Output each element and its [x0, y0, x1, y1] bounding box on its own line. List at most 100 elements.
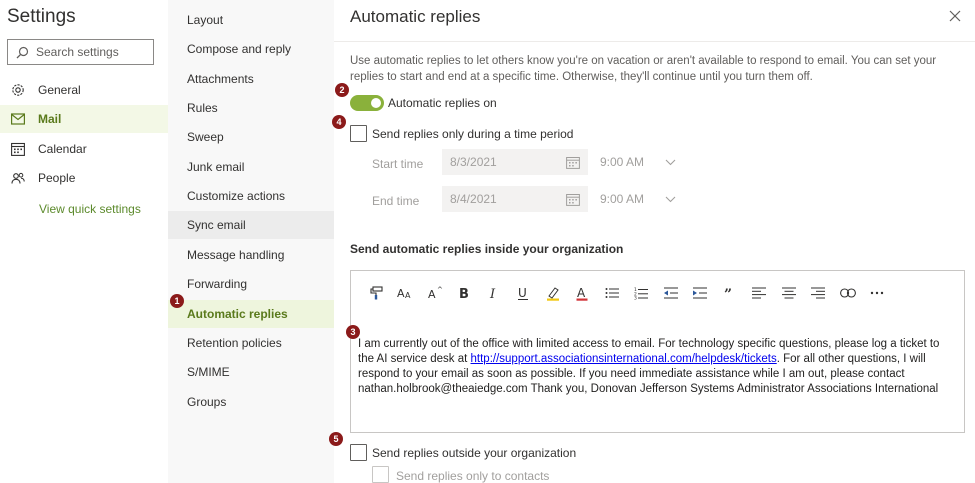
- insert-link-button[interactable]: [833, 283, 863, 303]
- underline-button[interactable]: U: [509, 283, 539, 303]
- end-time-label: End time: [372, 194, 420, 208]
- search-input[interactable]: [36, 45, 146, 59]
- font-size-button[interactable]: AA: [391, 283, 421, 303]
- callout-badge-3: 3: [346, 325, 360, 339]
- nav-people-label: People: [38, 171, 76, 185]
- time-period-label: Send replies only during a time period: [372, 127, 574, 141]
- mid-item-compose-and-reply[interactable]: Compose and reply: [168, 35, 334, 63]
- description-text: Use automatic replies to let others know…: [350, 55, 937, 83]
- svg-text:”: ”: [724, 287, 732, 299]
- decrease-indent-icon: [663, 287, 678, 299]
- callout-badge-1: 1: [170, 294, 184, 308]
- people-icon: [11, 172, 25, 184]
- mid-item-customize-actions[interactable]: Customize actions: [168, 182, 334, 210]
- mid-item-attachments[interactable]: Attachments: [168, 65, 334, 93]
- time-period-checkbox[interactable]: [350, 125, 367, 142]
- end-time-dropdown[interactable]: 9:00 AM: [600, 186, 676, 212]
- contacts-only-checkbox[interactable]: [372, 466, 389, 483]
- mid-item-sweep[interactable]: Sweep: [168, 123, 334, 151]
- mid-item-message-handling[interactable]: Message handling: [168, 241, 334, 269]
- nav-general-label: General: [38, 83, 81, 97]
- nav-mail-label: Mail: [38, 112, 62, 126]
- font-size-icon: AA: [397, 287, 411, 300]
- gear-icon: [12, 84, 24, 96]
- highlight-button[interactable]: [538, 283, 568, 303]
- nav-mail[interactable]: Mail: [0, 105, 168, 133]
- more-options-button[interactable]: [863, 283, 893, 303]
- grow-font-icon: A ^: [428, 286, 443, 300]
- underline-icon: U: [518, 286, 529, 300]
- highlighter-icon: [546, 286, 559, 301]
- grow-font-button[interactable]: A ^: [420, 283, 450, 303]
- svg-text:A: A: [405, 291, 411, 300]
- svg-text:A: A: [397, 287, 405, 300]
- svg-text:U: U: [518, 286, 527, 300]
- svg-text:A: A: [428, 288, 436, 300]
- mid-item-layout[interactable]: Layout: [168, 6, 334, 34]
- numbering-button[interactable]: 123: [627, 283, 657, 303]
- helpdesk-link[interactable]: http://support.associationsinternational…: [471, 353, 777, 365]
- bulleted-list-icon: [605, 288, 619, 298]
- calendar-icon: [566, 193, 580, 206]
- title-divider: [334, 41, 975, 42]
- mail-icon: [11, 113, 25, 125]
- svg-text:^: ^: [437, 286, 443, 294]
- chevron-down-icon: [665, 196, 676, 202]
- view-quick-settings-link[interactable]: View quick settings: [39, 202, 141, 216]
- start-date-field[interactable]: 8/3/2021: [442, 149, 588, 175]
- toggle-knob: [371, 98, 381, 108]
- font-color-icon: A: [576, 286, 588, 301]
- mid-item-sync-email[interactable]: Sync email: [168, 211, 334, 239]
- nav-general[interactable]: General: [0, 76, 168, 104]
- increase-indent-icon: [693, 287, 708, 299]
- end-time-value: 9:00 AM: [600, 192, 645, 206]
- mid-item-groups[interactable]: Groups: [168, 388, 334, 416]
- align-center-button[interactable]: [774, 283, 804, 303]
- bold-button[interactable]: B: [450, 283, 480, 303]
- start-date-value: 8/3/2021: [450, 155, 497, 169]
- page-title: Automatic replies: [350, 7, 481, 26]
- quote-icon: ”: [724, 287, 732, 299]
- end-date-field[interactable]: 8/4/2021: [442, 186, 588, 212]
- search-box[interactable]: [7, 39, 154, 65]
- mid-item-smime[interactable]: S/MIME: [168, 358, 334, 386]
- calendar-icon: [11, 142, 25, 156]
- automatic-replies-toggle[interactable]: [350, 95, 384, 111]
- svg-text:I: I: [489, 287, 496, 300]
- formatting-toolbar: AA A ^ B I U A 123 ”: [361, 283, 892, 303]
- align-center-icon: [781, 287, 796, 299]
- calendar-icon: [566, 156, 580, 169]
- align-left-button[interactable]: [745, 283, 775, 303]
- svg-text:A: A: [577, 286, 586, 300]
- close-button[interactable]: [945, 6, 965, 26]
- outside-org-checkbox[interactable]: [350, 444, 367, 461]
- nav-calendar[interactable]: Calendar: [0, 135, 168, 163]
- more-icon: [871, 291, 884, 295]
- callout-badge-4: 4: [332, 115, 346, 129]
- increase-indent-button[interactable]: [686, 283, 716, 303]
- align-right-button[interactable]: [804, 283, 834, 303]
- format-painter-button[interactable]: [361, 283, 391, 303]
- message-editor[interactable]: AA A ^ B I U A 123 ” I am currently out o…: [350, 270, 965, 433]
- font-color-button[interactable]: A: [568, 283, 598, 303]
- contacts-only-label: Send replies only to contacts: [396, 469, 550, 483]
- italic-button[interactable]: I: [479, 283, 509, 303]
- start-time-value: 9:00 AM: [600, 155, 645, 169]
- automatic-replies-pane: Automatic replies Use automatic replies …: [334, 0, 975, 483]
- start-time-dropdown[interactable]: 9:00 AM: [600, 149, 676, 175]
- search-icon: [16, 46, 29, 58]
- decrease-indent-button[interactable]: [656, 283, 686, 303]
- mid-item-forwarding[interactable]: Forwarding: [168, 270, 334, 298]
- start-time-label: Start time: [372, 157, 424, 171]
- mid-item-rules[interactable]: Rules: [168, 94, 334, 122]
- chevron-down-icon: [665, 159, 676, 165]
- mid-item-automatic-replies[interactable]: Automatic replies: [168, 300, 334, 328]
- message-body[interactable]: I am currently out of the office with li…: [358, 337, 958, 397]
- mid-item-retention-policies[interactable]: Retention policies: [168, 329, 334, 357]
- callout-badge-2: 2: [335, 83, 349, 97]
- mid-item-junk-email[interactable]: Junk email: [168, 153, 334, 181]
- quote-button[interactable]: ”: [715, 283, 745, 303]
- bullets-button[interactable]: [597, 283, 627, 303]
- end-date-value: 8/4/2021: [450, 192, 497, 206]
- nav-people[interactable]: People: [0, 164, 168, 192]
